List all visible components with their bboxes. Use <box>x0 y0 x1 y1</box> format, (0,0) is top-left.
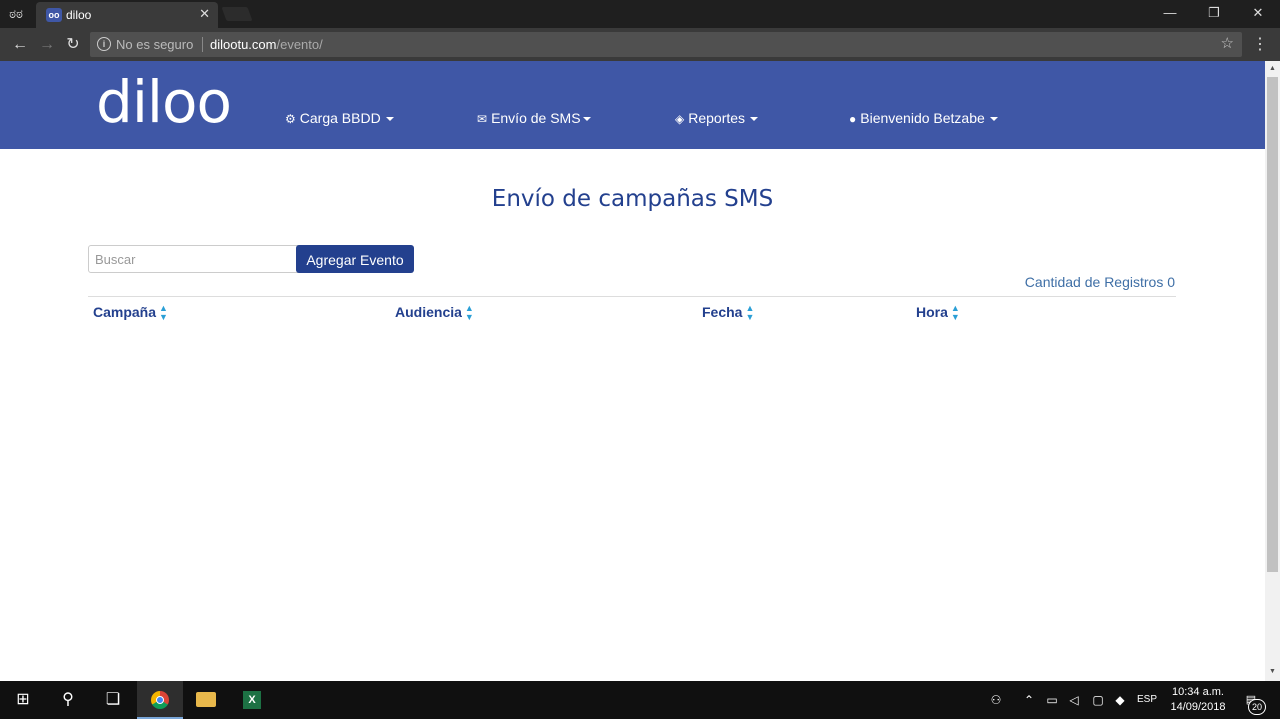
add-event-button[interactable]: Agregar Evento <box>296 245 414 273</box>
back-icon[interactable]: ← <box>9 34 31 56</box>
language-indicator[interactable]: ESP <box>1134 681 1160 719</box>
nav-carga-bbdd[interactable]: ⚙ Carga BBDD <box>285 109 394 128</box>
caret-down-icon <box>385 117 394 122</box>
separator <box>202 37 203 52</box>
browser-toolbar: ← → ↻ i No es seguro dilootu.com/evento/… <box>0 28 1280 61</box>
gear-icon: ⚙ <box>285 112 296 126</box>
column-header-fecha[interactable]: Fecha ▲ ▼ <box>702 303 754 322</box>
sort-icon[interactable]: ▲ ▼ <box>159 304 168 322</box>
nav-label: Bienvenido Betzabe <box>860 110 985 126</box>
tab-close-icon[interactable]: ✕ <box>199 6 210 22</box>
table-header: Campaña ▲ ▼ Audiencia ▲ ▼ Fecha ▲ ▼ Hora ▲ ▼ <box>88 296 1176 327</box>
column-label: Fecha <box>702 304 743 320</box>
windows-taskbar: ⊞ ⚲ ❏ X ⚇ ⌃ ▭ ◁ ▢ ◆ ESP 10:34 a.m. 14/09… <box>0 681 1280 719</box>
volume-icon[interactable]: ◁ <box>1064 681 1084 719</box>
scroll-down-arrow-icon[interactable]: ▼ <box>1268 667 1277 677</box>
cube-icon: ◈ <box>675 112 685 126</box>
app-navbar: diloo ⚙ Carga BBDD ✉ Envío de SMS ◈ Reporte… <box>0 61 1265 149</box>
chrome-icon <box>151 690 169 709</box>
browser-tab[interactable]: oo diloo ✕ <box>36 2 218 28</box>
record-count: Cantidad de Registros 0 <box>1024 274 1175 290</box>
nav-reportes[interactable]: ◈ Reportes <box>675 109 759 128</box>
tab-title: diloo <box>66 8 92 22</box>
column-label: Audiencia <box>395 304 462 320</box>
column-header-hora[interactable]: Hora ▲ ▼ <box>916 303 960 322</box>
sort-icon[interactable]: ▲ ▼ <box>951 304 960 322</box>
system-clock[interactable]: 10:34 a.m. 14/09/2018 <box>1160 685 1236 715</box>
url-host: dilootu.com <box>210 37 277 52</box>
security-label: No es seguro <box>116 37 194 52</box>
caret-down-icon <box>750 117 759 122</box>
chrome-taskbar-icon[interactable] <box>137 681 183 719</box>
nav-label: Reportes <box>688 110 746 126</box>
forward-icon[interactable]: → <box>36 34 58 56</box>
minimize-button[interactable]: — <box>1148 0 1192 28</box>
clock-date: 14/09/2018 <box>1170 701 1226 713</box>
reload-icon[interactable]: ↻ <box>62 34 84 56</box>
excel-icon: X <box>243 690 261 709</box>
show-hidden-icons-icon[interactable]: ⌃ <box>1020 681 1038 719</box>
logo[interactable]: diloo <box>96 67 232 137</box>
restore-button[interactable]: ❐ <box>1192 0 1236 28</box>
nav-label: Carga BBDD <box>299 110 381 126</box>
sort-icon[interactable]: ▲ ▼ <box>745 304 754 322</box>
new-tab-button[interactable] <box>221 7 253 21</box>
battery-icon[interactable]: ▭ <box>1042 681 1062 719</box>
nav-envio-sms[interactable]: ✉ Envío de SMS <box>477 109 591 128</box>
bookmark-star-icon[interactable]: ☆ <box>1221 35 1234 53</box>
tab-favicon: oo <box>46 8 62 22</box>
page-scrollbar[interactable]: ▲ ▼ <box>1265 61 1280 681</box>
scroll-up-arrow-icon[interactable]: ▲ <box>1268 64 1277 74</box>
browser-menu-icon[interactable]: ⋮ <box>1252 34 1268 56</box>
nav-label: Envío de SMS <box>491 110 581 126</box>
page-title: Envío de campañas SMS <box>491 186 774 212</box>
search-input[interactable] <box>88 245 302 273</box>
caret-down-icon <box>989 117 998 122</box>
column-label: Campaña <box>93 304 157 320</box>
url-text: dilootu.com/evento/ <box>210 36 323 53</box>
search-icon[interactable]: ⚲ <box>45 681 91 719</box>
column-header-campana[interactable]: Campaña ▲ ▼ <box>93 303 168 322</box>
notification-count-badge: 20 <box>1248 699 1266 715</box>
column-header-audiencia[interactable]: Audiencia ▲ ▼ <box>395 303 474 322</box>
windows-start-icon[interactable]: ⊞ <box>0 681 46 719</box>
url-path: /evento/ <box>276 37 323 52</box>
sort-icon[interactable]: ▲ ▼ <box>465 304 474 322</box>
browser-titlebar: ಠಠ oo diloo ✕ — ❐ ✕ <box>0 0 1280 28</box>
envelope-icon: ✉ <box>477 112 488 126</box>
caret-down-icon <box>582 117 591 122</box>
nav-user-menu[interactable]: ● Bienvenido Betzabe <box>849 109 998 128</box>
dropbox-icon[interactable]: ◆ <box>1110 681 1130 719</box>
column-label: Hora <box>916 304 948 320</box>
page-viewport: diloo ⚙ Carga BBDD ✉ Envío de SMS ◈ Reporte… <box>0 61 1265 681</box>
close-window-button[interactable]: ✕ <box>1236 0 1280 28</box>
network-icon[interactable]: ▢ <box>1088 681 1108 719</box>
user-icon: ● <box>849 112 857 126</box>
incognito-icon: ಠಠ <box>9 6 23 21</box>
people-icon[interactable]: ⚇ <box>984 681 1008 719</box>
file-explorer-icon[interactable] <box>183 681 229 719</box>
folder-icon <box>196 692 216 708</box>
clock-time: 10:34 a.m. <box>1172 686 1224 698</box>
info-icon[interactable]: i <box>97 37 111 51</box>
address-bar[interactable]: i No es seguro dilootu.com/evento/ ☆ <box>90 32 1242 57</box>
excel-taskbar-icon[interactable]: X <box>229 681 275 719</box>
scrollbar-thumb[interactable] <box>1267 77 1278 572</box>
task-view-icon[interactable]: ❏ <box>90 681 136 719</box>
